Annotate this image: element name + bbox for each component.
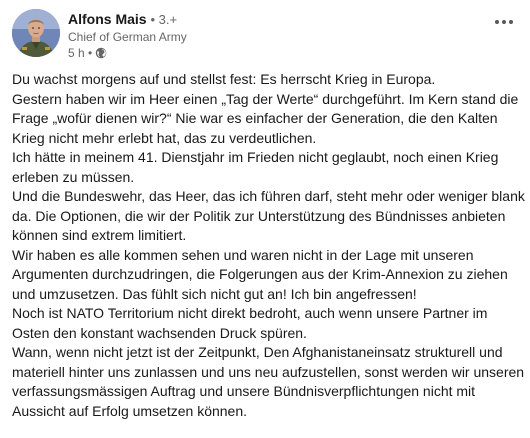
post-text-line: können sind extrem limitiert. [12, 227, 187, 243]
post-text-line: Und die Bundeswehr, das Heer, das ich fü… [12, 188, 525, 204]
post-text-line: Aussicht auf Erfolg umsetzen können. [12, 402, 248, 419]
post-text-line: verfassungsmässigen Auftrag und unsere B… [12, 383, 476, 399]
connection-degree: • 3.+ [150, 12, 178, 27]
post-text-line: Frage „wofür dienen wir?“ Nie war es ein… [12, 110, 498, 126]
post-text-line: materiell hinter uns zunlassen und uns n… [12, 363, 525, 380]
post-text-line: Noch ist NATO Territorium nicht direkt b… [12, 305, 488, 321]
avatar-portrait [12, 9, 60, 57]
post-text-line: Osten den konstant wachsenden Druck spür… [12, 324, 307, 341]
post-text-line: Wann, wenn nicht jetzt ist der Zeitpunkt… [12, 344, 503, 360]
more-options-button[interactable] [492, 11, 516, 31]
post-text-line: erleben zu müssen. [12, 168, 135, 185]
post-text-line: und umzusetzen. Das fühlt sich nicht gut… [12, 285, 417, 302]
post-card: Alfons Mais • 3.+ Chief of German Army 5… [0, 0, 530, 438]
post-body: Du wachst morgens auf und stellst fest: … [12, 70, 525, 421]
post-text-line: da. Die Optionen, die wir der Politik zu… [12, 207, 506, 224]
author-headline: Chief of German Army [68, 30, 187, 44]
post-text-line: Krieg nicht mehr erlebt hat, das zu verd… [12, 129, 317, 146]
post-text-line: Ich hätte in meinem 41. Dienstjahr im Fr… [12, 149, 499, 165]
author-name[interactable]: Alfons Mais [68, 11, 147, 27]
author-name-row: Alfons Mais • 3.+ [68, 10, 187, 29]
post-text-line: Gestern haben wir im Heer einen „Tag der… [12, 90, 519, 107]
post-time: 5 h • [68, 46, 93, 60]
post-text-line: Argumenten durchzudringen, die Folgerung… [12, 266, 508, 282]
post-text-line: Wir haben es alle kommen sehen und waren… [12, 246, 474, 263]
globe-icon [95, 47, 107, 59]
author-meta: Alfons Mais • 3.+ Chief of German Army 5… [68, 10, 187, 61]
post-text-line: Du wachst morgens auf und stellst fest: … [12, 71, 436, 87]
post-header: Alfons Mais • 3.+ Chief of German Army 5… [12, 9, 518, 61]
more-horizontal-icon [494, 12, 514, 30]
post-time-row: 5 h • [68, 45, 187, 61]
avatar[interactable] [12, 9, 60, 57]
